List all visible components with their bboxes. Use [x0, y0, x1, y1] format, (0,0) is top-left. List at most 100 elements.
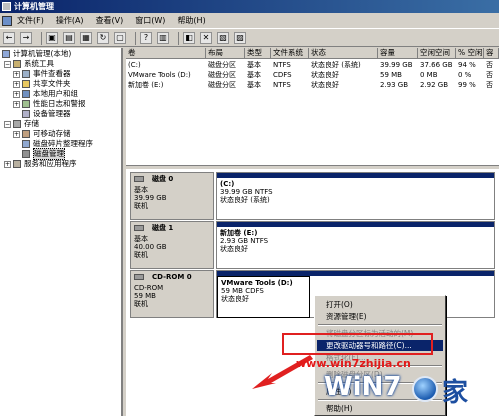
header-free-space[interactable]: 空闲空间 [418, 48, 456, 59]
disk-icon[interactable]: ◧ [183, 32, 195, 44]
help3-icon[interactable]: ▨ [234, 32, 246, 44]
computer-icon [2, 50, 10, 58]
disk-size: 39.99 GB [134, 194, 167, 202]
menu-view[interactable]: 查看(V) [96, 15, 124, 26]
cell-layout: 磁盘分区 [208, 81, 236, 89]
table-row[interactable]: (C:) 磁盘分区 基本 NTFS 状态良好 (系统) 39.99 GB 37.… [126, 60, 499, 70]
properties-icon[interactable]: ▦ [80, 32, 92, 44]
cell-type: 基本 [247, 81, 261, 89]
partition-info: 59 MB CDFS [221, 287, 264, 295]
disk-label[interactable]: 磁盘 0 基本 39.99 GB 联机 [130, 172, 214, 220]
disk-management-icon [22, 150, 30, 158]
show-tree-icon[interactable]: ▤ [63, 32, 75, 44]
storage-icon [13, 120, 21, 128]
perf-icon [22, 100, 30, 108]
expand-icon[interactable]: + [13, 100, 20, 108]
cell-status: 状态良好 [311, 81, 339, 89]
tree-removable-storage[interactable]: + 可移动存储 [13, 129, 71, 139]
cell-fault-tolerance: 否 [486, 81, 493, 89]
tree-shared-folders[interactable]: + 共享文件夹 [13, 79, 71, 89]
cell-volume: VMware Tools (D:) [128, 71, 191, 79]
expand-icon[interactable]: + [4, 160, 11, 168]
collapse-icon[interactable]: − [4, 60, 11, 68]
header-status[interactable]: 状态 [309, 48, 378, 59]
refresh-icon[interactable]: ↻ [97, 32, 109, 44]
expand-icon[interactable]: + [13, 90, 20, 98]
header-layout[interactable]: 布局 [206, 48, 245, 59]
tree-services[interactable]: + 服务和应用程序 [4, 159, 77, 169]
tree-perf-logs[interactable]: + 性能日志和警报 [13, 99, 86, 109]
expand-icon[interactable]: + [13, 80, 20, 88]
cell-filesystem: NTFS [273, 81, 291, 89]
disk-name: 磁盘 0 [152, 175, 174, 183]
expand-icon[interactable]: + [13, 130, 20, 138]
expand-icon[interactable]: + [13, 70, 20, 78]
toolbar-separator [135, 31, 136, 45]
header-type[interactable]: 类型 [245, 48, 271, 59]
menu-item-explore[interactable]: 资源管理(E) [317, 311, 443, 322]
header-capacity[interactable]: 容量 [378, 48, 418, 59]
cell-type: 基本 [247, 61, 261, 69]
delete-icon[interactable]: ✕ [200, 32, 212, 44]
header-volume[interactable]: 卷 [126, 48, 206, 59]
toolbar: ← → ▣ ▤ ▦ ↻ ▢ ? ▥ ◧ ✕ ▧ ▨ [0, 30, 499, 47]
watermark-url: www.win7zhijia.cn [296, 357, 411, 370]
disk-label[interactable]: 磁盘 1 基本 40.00 GB 联机 [130, 221, 214, 269]
system-menu-icon[interactable] [2, 15, 12, 26]
tree-disk-management[interactable]: 磁盘管理 [22, 148, 65, 160]
tree-event-viewer[interactable]: + 事件查看器 [13, 69, 71, 79]
menu-help[interactable]: 帮助(H) [177, 15, 205, 26]
partition-status: 状态良好 [221, 295, 249, 303]
table-row[interactable]: VMware Tools (D:) 磁盘分区 基本 CDFS 状态良好 59 M… [126, 70, 499, 80]
menu-window[interactable]: 窗口(W) [135, 15, 165, 26]
disk-type: CD-ROM [134, 284, 164, 292]
collapse-icon[interactable]: − [4, 120, 11, 128]
header-fault-tolerance[interactable]: 容 [484, 48, 499, 59]
tools-icon [13, 60, 21, 68]
back-icon[interactable]: ← [3, 32, 15, 44]
selected-partition[interactable]: VMware Tools (D:) 59 MB CDFS 状态良好 [217, 276, 310, 318]
disk-size: 40.00 GB [134, 243, 167, 251]
menu-bar: 文件(F) 操作(A) 查看(V) 窗口(W) 帮助(H) [0, 13, 499, 29]
help2-icon[interactable]: ▥ [157, 32, 169, 44]
tree-system-tools[interactable]: − 系统工具 [4, 59, 54, 69]
tree-root[interactable]: 计算机管理(本地) [2, 49, 71, 59]
tree-device-manager[interactable]: 设备管理器 [22, 109, 71, 119]
disk-row[interactable]: 磁盘 1 基本 40.00 GB 联机 新加卷 (E:) 2.93 GB NTF… [130, 221, 495, 269]
partition-block[interactable]: 新加卷 (E:) 2.93 GB NTFS 状态良好 [216, 221, 495, 269]
removable-icon [22, 130, 30, 138]
services-icon [13, 160, 21, 168]
help-icon[interactable]: ? [140, 32, 152, 44]
header-filesystem[interactable]: 文件系统 [271, 48, 309, 59]
header-percent-free[interactable]: % 空闲 [456, 48, 484, 59]
cell-filesystem: NTFS [273, 61, 291, 69]
properties2-icon[interactable]: ▧ [217, 32, 229, 44]
defrag-icon [22, 140, 30, 148]
disk-type: 基本 [134, 235, 148, 243]
menu-file[interactable]: 文件(F) [17, 15, 44, 26]
up-icon[interactable]: ▣ [46, 32, 58, 44]
forward-icon[interactable]: → [20, 32, 32, 44]
cell-status: 状态良好 (系统) [311, 61, 361, 69]
menu-separator [318, 324, 442, 326]
partition-block[interactable]: (C:) 39.99 GB NTFS 状态良好 (系统) [216, 172, 495, 220]
disk-icon [134, 176, 144, 182]
users-icon [22, 90, 30, 98]
tree-storage[interactable]: − 存储 [4, 119, 39, 129]
disk-row[interactable]: 磁盘 0 基本 39.99 GB 联机 (C:) 39.99 GB NTFS 状… [130, 172, 495, 220]
partition-name: VMware Tools (D:) [221, 279, 293, 287]
cell-capacity: 59 MB [380, 71, 402, 79]
cell-layout: 磁盘分区 [208, 71, 236, 79]
export-icon[interactable]: ▢ [114, 32, 126, 44]
menu-item-open[interactable]: 打开(O) [317, 299, 443, 310]
cell-volume: 新加卷 (E:) [128, 81, 164, 89]
partition-name: (C:) [220, 180, 235, 188]
disk-label[interactable]: CD-ROM 0 CD-ROM 59 MB 联机 [130, 270, 214, 318]
volume-list-header: 卷 布局 类型 文件系统 状态 容量 空闲空间 % 空闲 容 [126, 48, 499, 59]
table-row[interactable]: 新加卷 (E:) 磁盘分区 基本 NTFS 状态良好 2.93 GB 2.92 … [126, 80, 499, 90]
menu-action[interactable]: 操作(A) [56, 15, 84, 26]
tree-local-users[interactable]: + 本地用户和组 [13, 89, 78, 99]
cell-fault-tolerance: 否 [486, 61, 493, 69]
cdrom-icon [134, 274, 144, 280]
watermark-logo-jia: 家 [442, 378, 469, 408]
